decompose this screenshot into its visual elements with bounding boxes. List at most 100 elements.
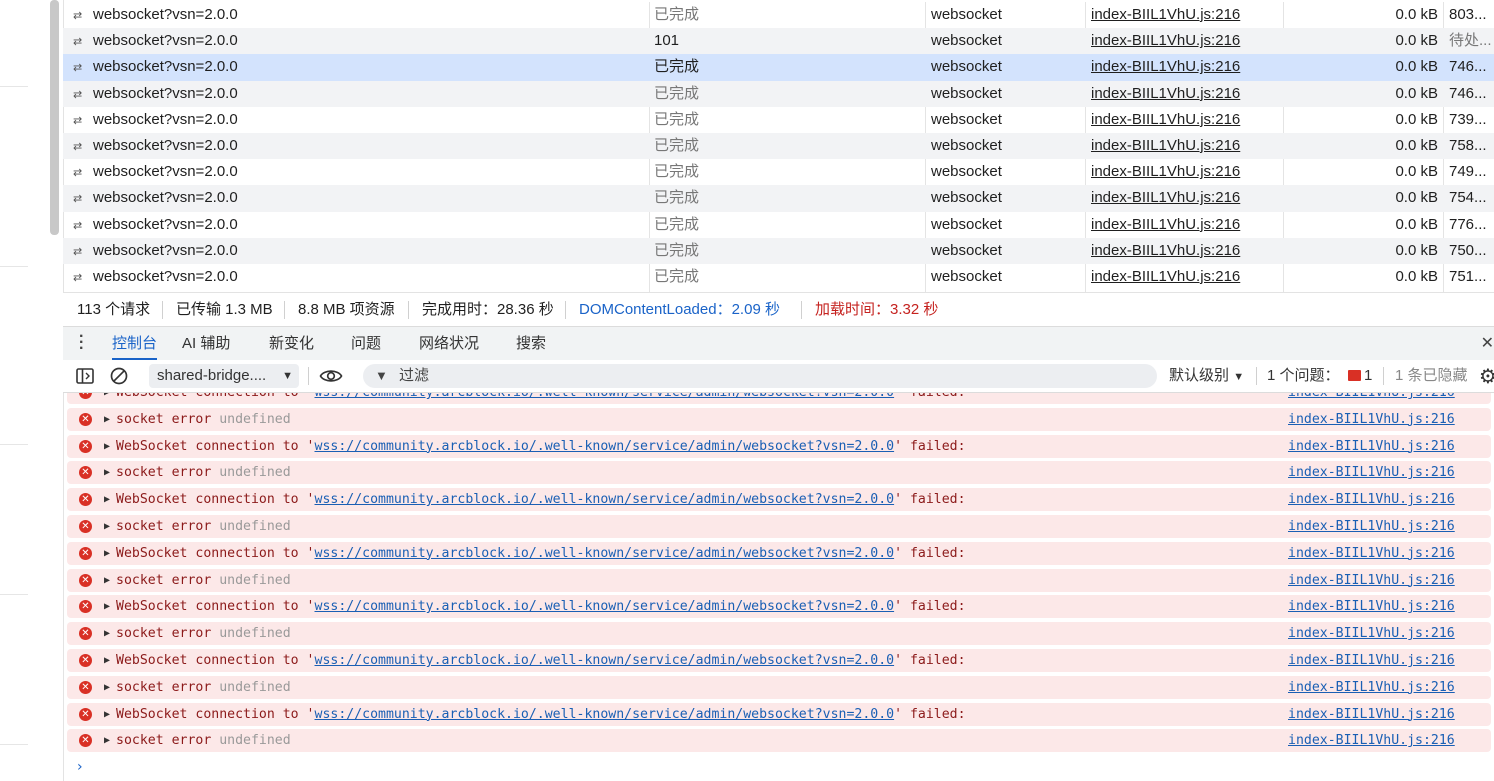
websocket-url-link[interactable]: wss://community.arcblock.io/.well-known/… [315, 546, 895, 561]
console-error-message[interactable]: ✕ ▶ WebSocket connection to 'wss://communi… [67, 393, 1491, 404]
issues-badge[interactable]: 1 [1348, 360, 1372, 392]
initiator-link[interactable]: index-BIIL1VhU.js:216 [1091, 111, 1240, 128]
initiator-link[interactable]: index-BIIL1VhU.js:216 [1091, 268, 1240, 285]
table-row[interactable]: ⇄ websocket?vsn=2.0.0 已完成 websocket index-BI… [63, 2, 1494, 28]
console-error-message[interactable]: ✕ ▶ socket error undefined index-BIIL1VhU.j… [67, 729, 1491, 753]
expand-triangle-icon[interactable]: ▶ [104, 435, 110, 458]
table-row[interactable]: ⇄ websocket?vsn=2.0.0 已完成 websocket index-BI… [63, 54, 1494, 81]
source-link[interactable]: index-BIIL1VhU.js:216 [1288, 542, 1455, 565]
expand-triangle-icon[interactable]: ▶ [104, 676, 110, 699]
console-error-message[interactable]: ✕ ▶ socket error undefined index-BIIL1VhU.j… [67, 568, 1491, 592]
websocket-url-link[interactable]: wss://community.arcblock.io/.well-known/… [315, 653, 895, 668]
message-body: WebSocket connection to 'wss://community… [116, 435, 966, 458]
eye-icon[interactable] [319, 366, 343, 386]
message-text: ' failed: [894, 653, 966, 668]
message-text: WebSocket connection to ' [116, 545, 315, 561]
type-cell: websocket [931, 163, 1002, 181]
source-link[interactable]: index-BIIL1VhU.js:216 [1288, 435, 1455, 458]
source-link[interactable]: index-BIIL1VhU.js:216 [1288, 569, 1455, 592]
table-row[interactable]: ⇄ websocket?vsn=2.0.0 已完成 websocket index-BI… [63, 80, 1494, 107]
divider [162, 301, 163, 319]
tab-console[interactable]: 控制台 [112, 327, 158, 360]
message-value: undefined [219, 411, 291, 427]
expand-triangle-icon[interactable]: ▶ [104, 649, 110, 672]
websocket-url-link[interactable]: wss://community.arcblock.io/.well-known/… [315, 599, 895, 614]
source-link[interactable]: index-BIIL1VhU.js:216 [1288, 393, 1455, 404]
expand-triangle-icon[interactable]: ▶ [104, 461, 110, 484]
table-row[interactable]: ⇄ websocket?vsn=2.0.0 已完成 websocket index-BI… [63, 212, 1494, 238]
table-row[interactable]: ⇄ websocket?vsn=2.0.0 已完成 websocket index-BI… [63, 132, 1494, 160]
source-link[interactable]: index-BIIL1VhU.js:216 [1288, 595, 1455, 618]
console-error-message[interactable]: ✕ ▶ WebSocket connection to 'wss://communi… [67, 702, 1491, 726]
table-row[interactable]: ⇄ websocket?vsn=2.0.0 已完成 websocket index-BI… [63, 237, 1494, 264]
sidebar-toggle-icon[interactable] [75, 366, 95, 386]
initiator-link[interactable]: index-BIIL1VhU.js:216 [1091, 6, 1240, 23]
source-link[interactable]: index-BIIL1VhU.js:216 [1288, 622, 1455, 645]
context-selector[interactable]: shared-bridge.... ▼ [149, 364, 299, 388]
websocket-url-link[interactable]: wss://community.arcblock.io/.well-known/… [315, 707, 895, 722]
expand-triangle-icon[interactable]: ▶ [104, 408, 110, 431]
source-link[interactable]: index-BIIL1VhU.js:216 [1288, 703, 1455, 726]
initiator-link[interactable]: index-BIIL1VhU.js:216 [1091, 32, 1240, 49]
message-value: undefined [219, 519, 291, 534]
table-row[interactable]: ⇄ websocket?vsn=2.0.0 已完成 websocket index-BI… [63, 159, 1494, 185]
expand-triangle-icon[interactable]: ▶ [104, 393, 110, 404]
expand-triangle-icon[interactable]: ▶ [104, 729, 110, 752]
settings-gear-icon[interactable]: ⚙ [1479, 364, 1494, 389]
tab-search[interactable]: 搜索 [516, 327, 546, 360]
status-cell: 已完成 [654, 163, 700, 181]
source-link[interactable]: index-BIIL1VhU.js:216 [1288, 515, 1455, 538]
tab-whats-new[interactable]: 新变化 [269, 327, 314, 360]
source-link[interactable]: index-BIIL1VhU.js:216 [1288, 729, 1455, 752]
initiator-link[interactable]: index-BIIL1VhU.js:216 [1091, 163, 1240, 180]
console-error-message[interactable]: ✕ ▶ socket error undefined index-BIIL1VhU.j… [67, 622, 1491, 646]
tab-ai-assist[interactable]: AI 辅助 [182, 327, 230, 360]
source-link[interactable]: index-BIIL1VhU.js:216 [1288, 488, 1455, 511]
console-error-message[interactable]: ✕ ▶ WebSocket connection to 'wss://communi… [67, 488, 1491, 512]
console-error-message[interactable]: ✕ ▶ WebSocket connection to 'wss://communi… [67, 541, 1491, 565]
initiator-link[interactable]: index-BIIL1VhU.js:216 [1091, 137, 1240, 154]
console-error-message[interactable]: ✕ ▶ socket error undefined index-BIIL1VhU.j… [67, 461, 1491, 485]
console-error-message[interactable]: ✕ ▶ WebSocket connection to 'wss://communi… [67, 595, 1491, 619]
console-error-message[interactable]: ✕ ▶ WebSocket connection to 'wss://communi… [67, 434, 1491, 458]
expand-triangle-icon[interactable]: ▶ [104, 488, 110, 511]
expand-triangle-icon[interactable]: ▶ [104, 569, 110, 592]
websocket-url-link[interactable]: wss://community.arcblock.io/.well-known/… [315, 393, 895, 400]
initiator-link[interactable]: index-BIIL1VhU.js:216 [1091, 189, 1240, 206]
source-link[interactable]: index-BIIL1VhU.js:216 [1288, 676, 1455, 699]
expand-triangle-icon[interactable]: ▶ [104, 622, 110, 645]
console-error-message[interactable]: ✕ ▶ socket error undefined index-BIIL1VhU.j… [67, 407, 1491, 431]
websocket-url-link[interactable]: wss://community.arcblock.io/.well-known/… [315, 439, 895, 454]
table-row[interactable]: ⇄ websocket?vsn=2.0.0 已完成 websocket index-BI… [63, 107, 1494, 133]
source-link[interactable]: index-BIIL1VhU.js:216 [1288, 649, 1455, 672]
tab-issues[interactable]: 问题 [351, 327, 381, 360]
scrollbar-thumb[interactable] [50, 0, 59, 235]
console-filter-input[interactable]: ▼ 过滤 [363, 364, 1157, 388]
expand-triangle-icon[interactable]: ▶ [104, 703, 110, 726]
table-row[interactable]: ⇄ websocket?vsn=2.0.0 已完成 websocket index-BI… [63, 264, 1494, 290]
initiator-link[interactable]: index-BIIL1VhU.js:216 [1091, 216, 1240, 233]
console-prompt-icon[interactable]: › [77, 759, 83, 775]
console-error-message[interactable]: ✕ ▶ socket error undefined index-BIIL1VhU.j… [67, 515, 1491, 538]
websocket-url-link[interactable]: wss://community.arcblock.io/.well-known/… [315, 492, 895, 507]
tab-network-conditions[interactable]: 网络状况 [419, 327, 479, 360]
source-link[interactable]: index-BIIL1VhU.js:216 [1288, 408, 1455, 431]
message-text: ' failed: [894, 545, 966, 561]
request-name: websocket?vsn=2.0.0 [93, 84, 238, 102]
close-icon[interactable]: ✕ [1481, 327, 1494, 360]
log-level-dropdown[interactable]: 默认级别 ▼ [1169, 360, 1244, 393]
kebab-menu-icon[interactable]: · · · [79, 329, 84, 357]
expand-triangle-icon[interactable]: ▶ [104, 595, 110, 618]
clear-console-icon[interactable] [109, 366, 129, 386]
console-error-message[interactable]: ✕ ▶ WebSocket connection to 'wss://communi… [67, 649, 1491, 672]
expand-triangle-icon[interactable]: ▶ [104, 515, 110, 538]
table-row[interactable]: ⇄ websocket?vsn=2.0.0 已完成 websocket index-BI… [63, 185, 1494, 212]
source-link[interactable]: index-BIIL1VhU.js:216 [1288, 461, 1455, 484]
initiator-link[interactable]: index-BIIL1VhU.js:216 [1091, 85, 1240, 102]
initiator-link[interactable]: index-BIIL1VhU.js:216 [1091, 242, 1240, 259]
type-cell: websocket [931, 189, 1002, 207]
table-row[interactable]: ⇄ websocket?vsn=2.0.0 101 websocket index-BI… [63, 28, 1494, 55]
expand-triangle-icon[interactable]: ▶ [104, 542, 110, 565]
console-error-message[interactable]: ✕ ▶ socket error undefined index-BIIL1VhU.j… [67, 675, 1491, 699]
initiator-link[interactable]: index-BIIL1VhU.js:216 [1091, 58, 1240, 75]
